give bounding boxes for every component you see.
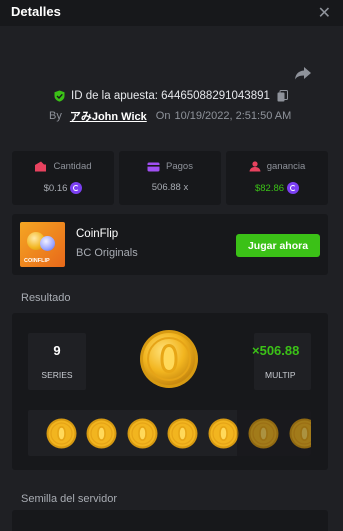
series-value: 9 — [53, 343, 61, 358]
bet-author-row: By アみJohn Wick On 10/19/2022, 2:51:50 AM — [49, 109, 291, 123]
verified-shield-icon — [54, 90, 65, 102]
multiplier-label: MULTIP — [265, 370, 296, 380]
multiplier-value: ×506.88 — [252, 343, 300, 358]
strip-fade-overlay — [237, 410, 311, 456]
silver-coin-icon — [40, 236, 55, 251]
server-seed-panel — [12, 510, 328, 531]
play-now-button[interactable]: Jugar ahora — [236, 234, 320, 257]
close-icon[interactable]: ✕ — [318, 3, 331, 22]
history-coin-icon — [127, 418, 158, 449]
stat-profit-label: ganancia — [266, 161, 306, 172]
game-provider: BC Originals — [76, 247, 138, 259]
modal-header: Detalles ✕ — [0, 0, 343, 26]
person-icon — [249, 161, 261, 172]
series-label: SERIES — [41, 370, 73, 380]
history-coin-icon — [167, 418, 198, 449]
bet-id-row: ID de la apuesta: 64465088291043891 — [54, 88, 288, 104]
result-section-title: Resultado — [21, 292, 71, 304]
stat-amount-label: Cantidad — [53, 161, 92, 172]
stat-amount: Cantidad $0.16 — [12, 151, 114, 205]
result-coin-icon — [140, 330, 198, 388]
wallet-icon — [35, 161, 47, 172]
currency-coin-icon — [70, 182, 83, 194]
game-thumbnail-label: COINFLIP — [24, 258, 50, 264]
card-icon — [147, 162, 160, 171]
stat-profit-value: $82.86 — [254, 182, 285, 194]
on-label: On — [155, 110, 171, 122]
stat-profit: ganancia $82.86 — [226, 151, 328, 205]
coin-history-strip — [28, 410, 311, 456]
modal-title: Detalles — [11, 4, 61, 19]
history-coin-icon — [46, 418, 77, 449]
stat-amount-value: $0.16 — [43, 182, 68, 194]
game-card: COINFLIP CoinFlip BC Originals Jugar aho… — [12, 214, 328, 275]
stat-payout-value: 506.88 x — [151, 182, 189, 193]
stat-payout: Pagos 506.88 x — [119, 151, 221, 205]
copy-icon[interactable] — [277, 90, 288, 102]
game-thumbnail[interactable]: COINFLIP — [20, 222, 65, 267]
history-coin-icon — [86, 418, 117, 449]
username-link[interactable]: アみJohn Wick — [70, 108, 147, 124]
multiplier-box: ×506.88 MULTIP — [252, 333, 311, 390]
currency-coin-icon — [287, 182, 300, 194]
bet-timestamp: 10/19/2022, 2:51:50 AM — [174, 110, 292, 122]
stat-payout-label: Pagos — [166, 161, 193, 172]
share-icon[interactable] — [294, 66, 312, 80]
game-name: CoinFlip — [76, 228, 119, 240]
history-coin-icon — [208, 418, 239, 449]
server-seed-title: Semilla del servidor — [21, 493, 117, 505]
bet-id-label: ID de la apuesta: — [71, 90, 158, 102]
series-box: 9 SERIES — [28, 333, 86, 390]
by-label: By — [49, 110, 62, 122]
bet-id-value: 64465088291043891 — [161, 90, 270, 102]
